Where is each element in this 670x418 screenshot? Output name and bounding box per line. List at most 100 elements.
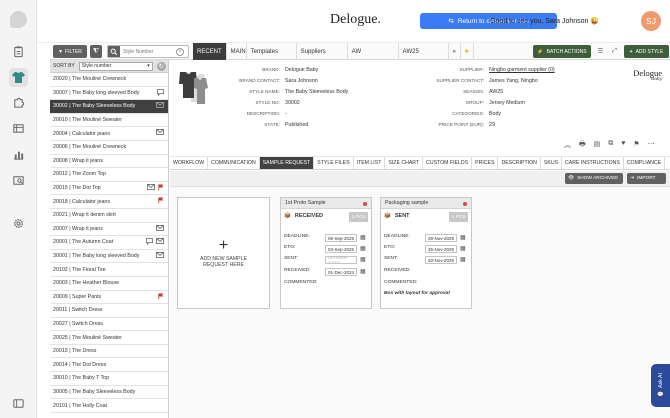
tab-workflow[interactable]: WORKFLOW <box>170 157 209 169</box>
sort-direction-icon[interactable]: ↻ <box>156 61 166 71</box>
expand-icon[interactable]: ⤢ <box>609 45 620 58</box>
list-item[interactable]: 20027 | Switch Dress <box>50 318 168 332</box>
eto-field[interactable]: 03-Sep-2025 <box>325 245 357 253</box>
tab-care-instructions[interactable]: CARE INSTRUCTIONS <box>562 157 624 169</box>
styles-tshirt-icon[interactable] <box>9 68 28 87</box>
calendar-icon[interactable]: ▦ <box>460 256 468 264</box>
list-item[interactable]: 20001 | The Autumn Coat <box>50 236 168 250</box>
list-item[interactable]: 30010 | The Baby T Top <box>50 372 168 386</box>
delogue-logo-icon[interactable] <box>10 11 27 28</box>
list-item[interactable]: 20006 | The Mouliné Crewneck <box>50 141 168 155</box>
tab-skus[interactable]: SKUS <box>541 157 563 169</box>
batch-actions-button[interactable]: ⚡ BATCH ACTIONS <box>533 45 591 58</box>
collapse-panel-icon[interactable] <box>12 397 25 410</box>
calendar-icon[interactable]: ▦ <box>360 256 368 264</box>
list-item[interactable]: 20101 | The Holly Coat <box>50 399 168 413</box>
calendar-icon[interactable]: ▦ <box>360 268 368 276</box>
tab-compliance[interactable]: COMPLIANCE <box>624 157 666 169</box>
import-button[interactable]: ⇥ IMPORT <box>627 173 666 184</box>
list-item[interactable]: 20008 | Wrap it jeans <box>50 155 168 169</box>
tab-communication[interactable]: COMMUNICATION <box>208 157 260 169</box>
list-item[interactable]: 30007 | The Baby long sleeved Body <box>50 87 168 101</box>
status-dot-icon <box>463 202 467 206</box>
calendar-icon[interactable]: ▦ <box>460 234 468 242</box>
sent-field[interactable]: DD-MMM-YYYY <box>325 255 357 265</box>
sample-request-area: + ADD NEW SAMPLE REQUEST HERE 1st Proto … <box>170 187 670 418</box>
copy-icon[interactable]: ⧉ <box>608 140 613 151</box>
eto-field[interactable]: 25-Nov-2025 <box>425 245 457 253</box>
bar-chart-icon[interactable] <box>12 148 25 161</box>
list-item[interactable]: 20025 | The Mouliné Sweater <box>50 331 168 345</box>
list-item[interactable]: 20009 | Super Pants <box>50 291 168 305</box>
sort-select[interactable]: Style number ▾ <box>78 61 153 71</box>
search-input[interactable] <box>120 48 176 55</box>
list-item[interactable]: 30002 | The Baby Sleeveless Body <box>50 100 168 114</box>
received-field[interactable]: 01-Dec-2024 <box>325 268 357 276</box>
ask-ai-button[interactable]: Ask AI 💬 <box>651 364 670 407</box>
sent-field[interactable]: 20-Nov-2025 <box>425 256 457 264</box>
tab-sample-request[interactable]: SAMPLE REQUEST <box>259 157 315 169</box>
list-item[interactable]: 20021 | Wrap it denim skirt <box>50 209 168 223</box>
user-avatar[interactable]: SJ <box>641 11 661 31</box>
view-tab-aw25[interactable]: AW25 <box>399 43 449 60</box>
tab-style-files[interactable]: STYLE FILES <box>314 157 354 169</box>
list-item[interactable]: 20003 | The Heather Blouse <box>50 277 168 291</box>
tab-item-list[interactable]: ITEM LIST <box>354 157 386 169</box>
table-icon[interactable] <box>12 122 25 135</box>
list-item[interactable]: 20018 | Calculator jeans <box>50 195 168 209</box>
funnel-filter-button[interactable]: ⧨ <box>90 45 102 58</box>
list-item[interactable]: 20012 | The Zoom Top <box>50 168 168 182</box>
classic-swap-icon: ⇆ <box>448 18 454 25</box>
list-item[interactable]: 30005 | The Baby Sleeveless Body <box>50 386 168 400</box>
show-archived-button[interactable]: 👁 SHOW ARCHIVED <box>565 173 623 184</box>
settings-gear-icon[interactable] <box>12 217 25 230</box>
add-sample-card[interactable]: + ADD NEW SAMPLE REQUEST HERE <box>177 197 270 309</box>
favorite-star-icon[interactable]: ★ <box>461 43 474 60</box>
supplier-link[interactable]: Ningbo garment supplier (0) <box>489 67 555 73</box>
tab-description[interactable]: DESCRIPTION <box>498 157 541 169</box>
list-item[interactable]: 20007 | Wrap it jeans <box>50 223 168 237</box>
list-item[interactable]: 20015 | The Dot Top <box>50 182 168 196</box>
style-detail: BRAND: Delogue Baby BRAND CONTACT: Sara … <box>170 60 670 418</box>
view-tab-suppliers[interactable]: Suppliers <box>297 43 348 60</box>
list-item[interactable]: 20004 | Calculator jeans <box>50 127 168 141</box>
image-search-icon[interactable] <box>12 174 25 187</box>
tab-prices[interactable]: PRICES <box>472 157 499 169</box>
print-icon[interactable]: 🖶 <box>579 140 586 151</box>
collapse-up-icon[interactable]: ︽ <box>564 140 571 151</box>
sample-card[interactable]: Packaging sample 📦 SENT 1 PCS DEADLINE: … <box>380 197 472 309</box>
add-style-button[interactable]: + ADD STYLE <box>624 45 669 58</box>
deadline-field[interactable]: 28-Nov-2025 <box>425 234 457 242</box>
sample-card[interactable]: 1st Proto Sample 📦 RECEIVED 1 PCS DEADLI… <box>280 197 372 309</box>
more-tabs-icon[interactable]: » <box>449 43 461 60</box>
list-view-icon[interactable]: ☰ <box>595 45 606 58</box>
calendar-icon[interactable]: ▦ <box>360 245 368 253</box>
chat-bubble-icon: 💬 <box>657 391 664 398</box>
list-item[interactable]: 20011 | Switch Dress <box>50 304 168 318</box>
list-item[interactable]: 20014 | The Dot Dress <box>50 358 168 373</box>
puzzle-icon[interactable] <box>12 96 25 109</box>
clipboard-icon[interactable] <box>12 45 25 58</box>
view-tab-main[interactable]: MAIN <box>227 43 247 60</box>
filter-button[interactable]: ▼ FILTER <box>53 45 87 58</box>
calendar-icon[interactable]: ▦ <box>460 245 468 253</box>
list-item[interactable]: 20013 | The Dress <box>50 345 168 359</box>
list-item[interactable]: 20102 | The Floral Tee <box>50 263 168 277</box>
list-item[interactable]: 30001 | The Baby long sleeved Body <box>50 250 168 264</box>
deadline-field[interactable]: 06-Sep-2025 <box>325 234 357 242</box>
list-item[interactable]: 20010 | The Mouliné Sweater <box>50 114 168 128</box>
tab-size-chart[interactable]: SIZE CHART <box>385 157 424 169</box>
more-options-icon[interactable]: ⋯ <box>648 140 655 151</box>
tab-custom-fields[interactable]: CUSTOM FIELDS <box>423 157 473 169</box>
flag-outline-icon[interactable]: ⚑ <box>633 140 639 151</box>
view-tab-templates[interactable]: Templates <box>247 43 297 60</box>
excel-export-icon[interactable]: ▤ <box>594 140 601 151</box>
heart-icon[interactable]: ♥ <box>621 140 625 151</box>
clear-search-icon[interactable]: × <box>176 47 184 56</box>
view-tab-recent[interactable]: RECENT <box>193 43 227 60</box>
calendar-icon[interactable]: ▦ <box>360 234 368 242</box>
list-item[interactable]: 20020 | The Mouliné Crewneck <box>50 73 168 87</box>
style-header: BRAND: Delogue Baby BRAND CONTACT: Sara … <box>170 60 670 137</box>
list-item-icons <box>156 251 164 260</box>
view-tab-aw[interactable]: AW <box>348 43 399 60</box>
